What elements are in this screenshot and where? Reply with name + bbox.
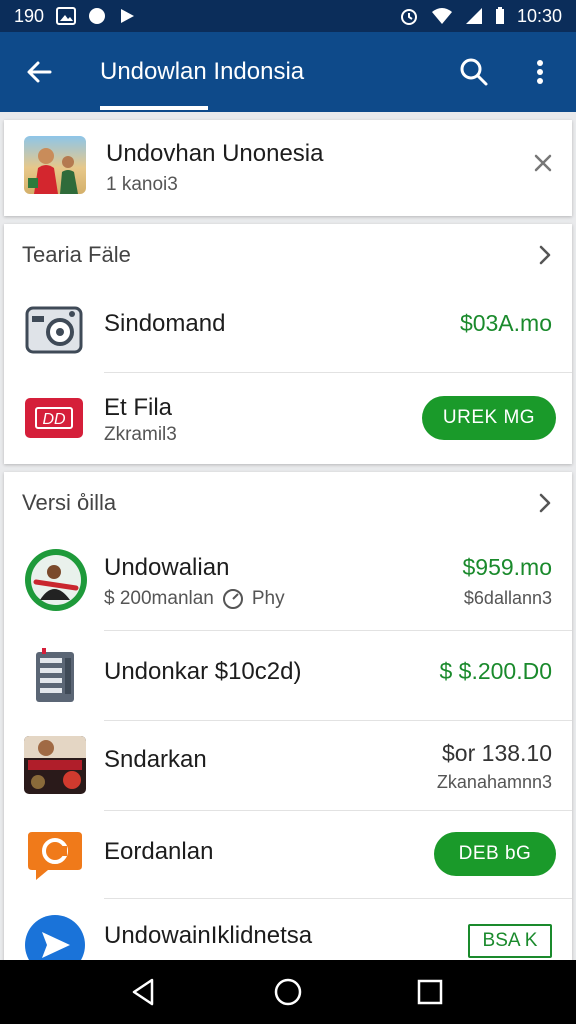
price-sublabel: Zkanahamnn3 — [436, 772, 552, 792]
list-item[interactable]: Sindomand $03A.mo — [4, 284, 572, 372]
system-nav-bar — [0, 960, 576, 1024]
search-icon[interactable] — [456, 54, 492, 90]
price-label: $ $.200.D0 — [439, 658, 552, 684]
price-label: $959.mo — [462, 554, 552, 580]
status-bar: 190 10:30 — [0, 0, 576, 32]
price-label: $or 138.10 — [442, 740, 552, 766]
circle-notification-icon — [88, 7, 106, 25]
list-item[interactable]: Eordanlan DEB bG — [4, 812, 572, 898]
svg-text:DD: DD — [42, 411, 66, 428]
versi-section-title[interactable]: Versi o̊illa — [22, 490, 116, 516]
chevron-right-icon[interactable] — [534, 492, 556, 514]
home-circle-icon[interactable] — [272, 976, 304, 1008]
alarm-icon — [399, 6, 419, 26]
list-item[interactable]: Undowalian $ 200manlan Phy $959.mo $6dal… — [4, 534, 572, 630]
chat-app-icon — [24, 828, 86, 884]
tab-indicator — [100, 106, 208, 110]
list-item-subtitle-text: $ 200manlan — [104, 588, 214, 609]
gallery-notification-icon — [56, 7, 77, 25]
divider — [104, 630, 572, 631]
battery-icon — [495, 7, 505, 25]
signal-icon — [465, 7, 483, 25]
list-item-subtitle: $ 200manlan Phy — [104, 588, 285, 610]
price-label: $03A.mo — [459, 310, 552, 336]
list-item-title: Sindomand — [104, 310, 226, 337]
wifi-icon — [431, 7, 453, 25]
versi-section-card: Versi o̊illa Undowalian $ 200manlan Phy … — [4, 472, 572, 975]
files-section-card: Tearia Fäle Sindomand $03A.mo DD Et Fila… — [4, 224, 572, 464]
install-button[interactable]: UREK MG — [422, 396, 556, 440]
back-arrow-icon[interactable] — [22, 54, 58, 90]
list-item-title: UndowainIklidnetsa — [104, 922, 313, 949]
price-sublabel: $6dallann3 — [463, 588, 552, 608]
more-vert-icon[interactable] — [524, 54, 556, 90]
files-section-title[interactable]: Tearia Fäle — [22, 242, 131, 268]
list-item[interactable]: Sndarkan $or 138.10 Zkanahamnn3 — [4, 722, 572, 810]
header-subtitle: 1 kanoi3 — [106, 174, 178, 195]
divider — [104, 898, 572, 899]
list-item-title: Undonkar $10c2d) — [104, 658, 302, 685]
list-item[interactable]: DD Et Fila Zkramil3 UREK MG — [4, 374, 572, 464]
movie-poster-thumbnail — [24, 736, 86, 794]
install-button[interactable]: DEB bG — [434, 832, 556, 876]
page-title: Undowlan Indonsia — [100, 58, 305, 85]
rating-circle-icon — [222, 589, 243, 609]
header-title: Undovhan Unonesia — [106, 140, 324, 167]
play-store-notification-icon — [118, 7, 136, 25]
action-button[interactable]: BSA K — [468, 924, 552, 958]
video-app-icon: DD — [24, 396, 84, 440]
list-item-subtitle-extra: Phy — [251, 588, 285, 609]
list-item-title: Sndarkan — [104, 746, 207, 773]
avatar — [24, 548, 88, 612]
list-item-subtitle: Zkramil3 — [104, 424, 177, 445]
recents-square-icon[interactable] — [414, 976, 446, 1008]
camera-app-icon — [24, 300, 84, 356]
chevron-right-icon[interactable] — [534, 244, 556, 266]
list-item[interactable]: Undonkar $10c2d) $ $.200.D0 — [4, 632, 572, 720]
divider — [104, 720, 572, 721]
back-triangle-icon[interactable] — [128, 976, 160, 1008]
list-item-title: Et Fila — [104, 394, 173, 421]
status-time-right: 10:30 — [516, 5, 562, 26]
status-time-left: 190 — [14, 5, 45, 26]
header-card[interactable]: Undovhan Unonesia 1 kanoi3 — [4, 120, 572, 216]
list-item-title: Undowalian — [104, 554, 230, 581]
header-thumbnail-image — [24, 136, 86, 194]
divider — [104, 372, 572, 373]
list-item-title: Eordanlan — [104, 838, 214, 865]
close-icon[interactable] — [532, 152, 554, 174]
divider — [104, 810, 572, 811]
app-bar: Undowlan Indonsia — [0, 32, 576, 112]
document-app-icon — [30, 648, 80, 704]
